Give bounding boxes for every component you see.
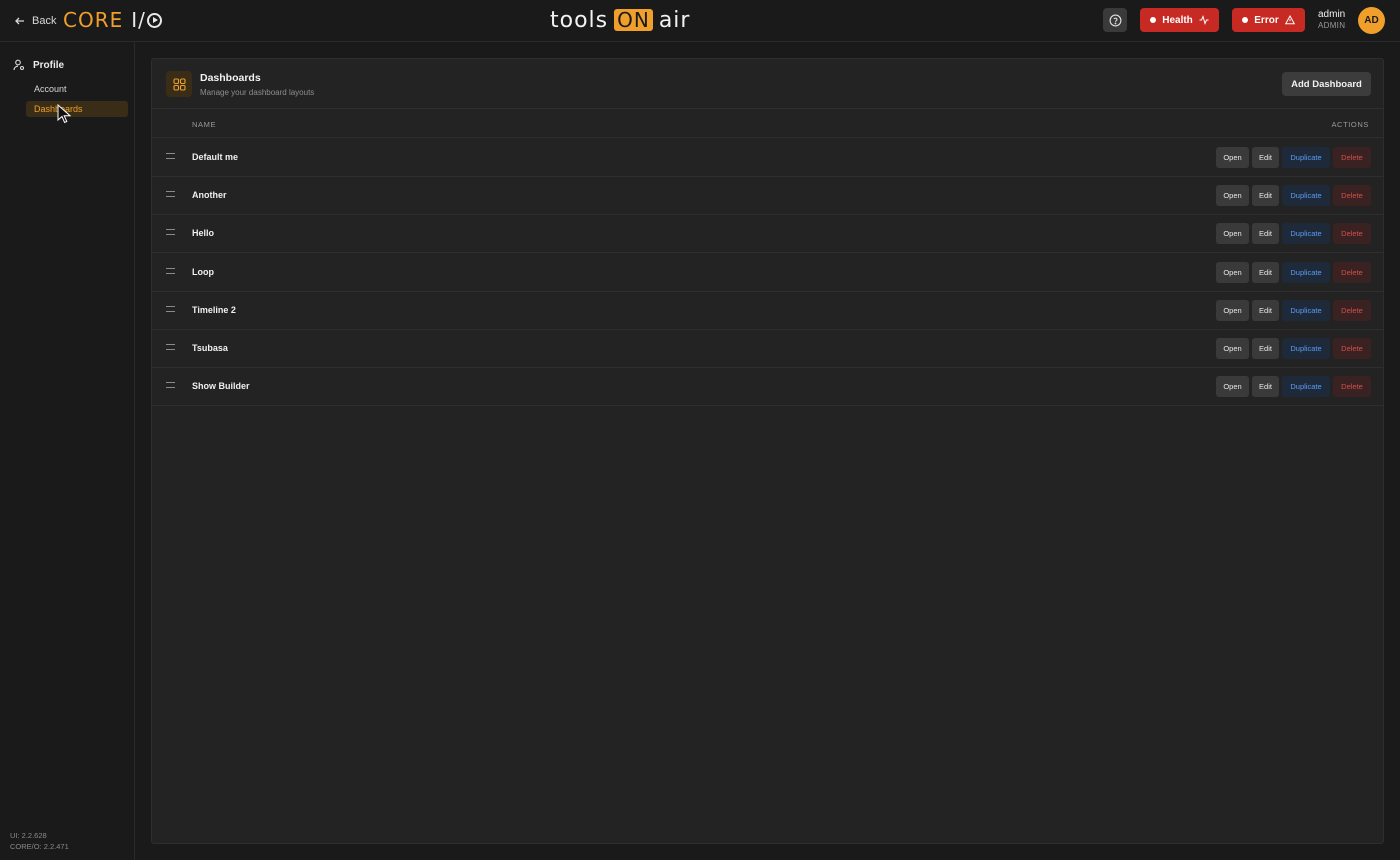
table-row[interactable]: Hello Open Edit Duplicate Delete	[152, 215, 1383, 254]
table-row[interactable]: Timeline 2 Open Edit Duplicate Delete	[152, 292, 1383, 330]
edit-button[interactable]: Edit	[1252, 376, 1279, 398]
page-title: Dashboards	[200, 72, 261, 84]
avatar[interactable]: AD	[1358, 7, 1385, 34]
duplicate-button[interactable]: Duplicate	[1282, 376, 1330, 398]
sidebar: Profile Account Dashboards UI: 2.2.628 C…	[0, 42, 135, 860]
edit-button[interactable]: Edit	[1252, 299, 1279, 321]
duplicate-button[interactable]: Duplicate	[1282, 147, 1330, 168]
dashboard-name: Hello	[192, 228, 215, 239]
status-dot	[1150, 17, 1157, 23]
table-row[interactable]: Loop Open Edit Duplicate Delete	[152, 254, 1383, 292]
drag-handle-icon[interactable]	[166, 305, 175, 312]
table-row[interactable]: Another Open Edit Duplicate Delete	[152, 177, 1383, 216]
user-name: admin	[1318, 9, 1346, 20]
dashboard-name: Loop	[192, 266, 214, 277]
dashboards-panel: Dashboards Manage your dashboard layouts…	[151, 58, 1384, 844]
edit-button[interactable]: Edit	[1252, 338, 1279, 359]
page-subtitle: Manage your dashboard layouts	[200, 88, 315, 97]
sidebar-item-account[interactable]: Account	[26, 81, 128, 97]
edit-button[interactable]: Edit	[1252, 261, 1279, 283]
dashboard-name: Tsubasa	[192, 343, 228, 353]
help-button[interactable]	[1103, 8, 1127, 32]
open-button[interactable]: Open	[1216, 185, 1249, 207]
delete-button[interactable]: Delete	[1333, 223, 1371, 245]
drag-handle-icon[interactable]	[166, 153, 175, 159]
io-logo-text: I/	[131, 8, 146, 32]
table-row[interactable]: Default me Open Edit Duplicate Delete	[152, 139, 1383, 177]
dashboard-grid-icon	[172, 77, 186, 91]
activity-icon	[1199, 15, 1209, 25]
tools-on-air-logo: tools ON air	[550, 7, 691, 33]
add-dashboard-button[interactable]: Add Dashboard	[1282, 72, 1371, 96]
sidebar-section-profile[interactable]: Profile	[13, 59, 64, 71]
delete-button[interactable]: Delete	[1333, 185, 1371, 207]
table-row[interactable]: Show Builder Open Edit Duplicate Delete	[152, 368, 1383, 407]
version-info: UI: 2.2.628 CORE/O: 2.2.471	[10, 830, 69, 852]
error-label: Error	[1254, 14, 1279, 26]
version-ui: UI: 2.2.628	[10, 831, 47, 840]
mouse-cursor-icon	[57, 104, 71, 124]
dashboard-name: Default me	[192, 152, 239, 162]
status-dot	[1242, 17, 1249, 23]
sidebar-section-label: Profile	[33, 59, 65, 71]
back-label: Back	[32, 15, 57, 27]
dashboards-icon-box	[166, 71, 192, 97]
core-io-logo: CORE I/	[63, 8, 162, 32]
duplicate-button[interactable]: Duplicate	[1282, 261, 1330, 283]
drag-handle-icon[interactable]	[166, 229, 175, 236]
toa-logo-left: tools	[550, 7, 609, 33]
version-core: CORE/O: 2.2.471	[10, 842, 69, 851]
toa-logo-right: air	[658, 7, 691, 33]
table-header: NAME ACTIONS	[152, 110, 1383, 138]
warning-icon	[1284, 15, 1295, 25]
open-button[interactable]: Open	[1216, 338, 1249, 359]
user-role: ADMIN	[1318, 21, 1346, 30]
dashboard-name: Timeline 2	[192, 304, 236, 315]
dashboard-name: Show Builder	[192, 381, 250, 392]
health-button[interactable]: Health	[1140, 8, 1219, 32]
drag-handle-icon[interactable]	[166, 382, 175, 389]
help-circle-icon	[1109, 14, 1121, 26]
edit-button[interactable]: Edit	[1252, 185, 1279, 207]
open-button[interactable]: Open	[1216, 376, 1249, 398]
back-button[interactable]: Back	[14, 12, 56, 30]
delete-button[interactable]: Delete	[1333, 376, 1371, 398]
delete-button[interactable]: Delete	[1333, 261, 1371, 283]
edit-button[interactable]: Edit	[1252, 147, 1279, 168]
duplicate-button[interactable]: Duplicate	[1282, 185, 1330, 207]
open-button[interactable]: Open	[1216, 223, 1249, 245]
user-settings-icon	[13, 59, 25, 71]
duplicate-button[interactable]: Duplicate	[1282, 223, 1330, 245]
dashboard-name: Another	[192, 190, 227, 201]
top-bar: Back CORE I/ tools ON air Health Error a…	[0, 0, 1400, 42]
duplicate-button[interactable]: Duplicate	[1282, 299, 1330, 321]
drag-handle-icon[interactable]	[166, 191, 175, 198]
error-button[interactable]: Error	[1232, 8, 1305, 32]
edit-button[interactable]: Edit	[1252, 223, 1279, 245]
play-circle-icon	[146, 12, 162, 28]
open-button[interactable]: Open	[1216, 147, 1249, 168]
open-button[interactable]: Open	[1216, 261, 1249, 283]
column-header-name: NAME	[192, 120, 217, 129]
user-info[interactable]: admin ADMIN	[1318, 10, 1345, 30]
panel-header: Dashboards Manage your dashboard layouts…	[152, 59, 1383, 109]
sidebar-item-dashboards[interactable]: Dashboards	[26, 101, 128, 117]
delete-button[interactable]: Delete	[1333, 299, 1371, 321]
duplicate-button[interactable]: Duplicate	[1282, 338, 1330, 359]
drag-handle-icon[interactable]	[166, 267, 175, 274]
column-header-actions: ACTIONS	[1331, 120, 1369, 129]
delete-button[interactable]: Delete	[1333, 147, 1371, 168]
health-label: Health	[1162, 14, 1193, 26]
delete-button[interactable]: Delete	[1333, 338, 1371, 359]
arrow-left-icon	[15, 17, 24, 25]
table-row[interactable]: Tsubasa Open Edit Duplicate Delete	[152, 330, 1383, 368]
drag-handle-icon[interactable]	[166, 344, 175, 350]
io-logo: I/	[131, 8, 162, 32]
open-button[interactable]: Open	[1216, 299, 1249, 321]
core-logo-text: CORE	[63, 8, 124, 32]
toa-logo-on: ON	[614, 9, 653, 31]
